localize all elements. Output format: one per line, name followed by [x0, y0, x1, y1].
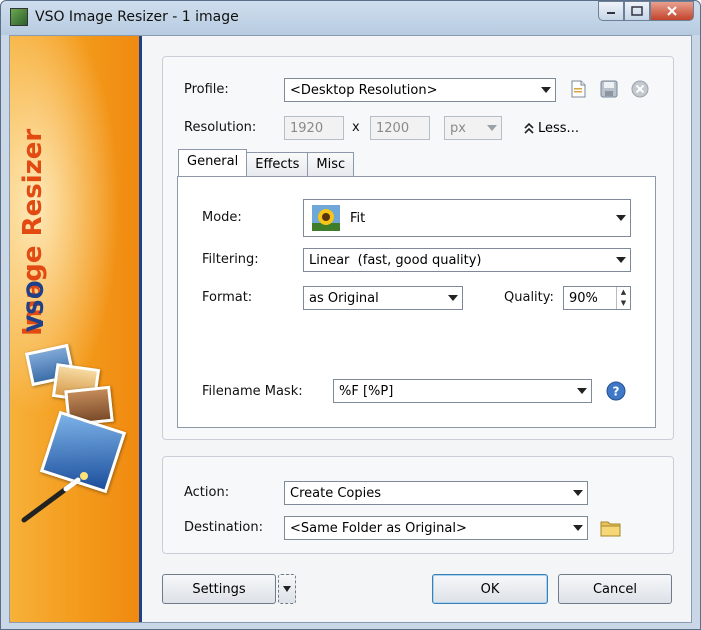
chevron-down-icon — [283, 586, 291, 592]
action-label: Action: — [184, 485, 230, 500]
profile-select[interactable]: <Desktop Resolution> — [284, 78, 556, 102]
filename-mask-label: Filename Mask: — [202, 384, 303, 399]
less-options-button[interactable]: Less... — [524, 116, 579, 140]
banner-logo: VSO — [24, 280, 49, 332]
cancel-button[interactable]: Cancel — [558, 574, 672, 604]
main-window: VSO Image Resizer - 1 image Image Resize… — [0, 0, 701, 630]
dropdown-arrow-icon — [616, 215, 626, 221]
side-banner: Image Resizer VSO — [10, 36, 142, 622]
minimize-button[interactable] — [598, 1, 624, 21]
dropdown-arrow-icon — [541, 87, 551, 93]
mode-value: Fit — [350, 210, 366, 226]
dialog-client-area: Image Resizer VSO Profile: <Desktop Reso… — [9, 35, 692, 623]
spin-down-icon[interactable]: ▼ — [617, 298, 630, 309]
filename-mask-select[interactable]: %F [%P] — [333, 379, 592, 403]
filtering-label: Filtering: — [202, 252, 259, 267]
dropdown-arrow-icon — [573, 490, 583, 496]
app-icon — [10, 8, 28, 26]
tab-strip: General Effects Misc — [178, 149, 355, 176]
dropdown-arrow-icon — [577, 388, 587, 394]
destination-label: Destination: — [184, 520, 263, 535]
quality-stepper[interactable]: 90% ▲ ▼ — [563, 286, 631, 310]
maximize-button[interactable] — [624, 1, 650, 21]
maximize-icon — [631, 6, 643, 16]
profile-value: <Desktop Resolution> — [290, 82, 438, 98]
save-icon[interactable] — [600, 80, 618, 98]
mode-select[interactable]: Fit — [303, 199, 631, 237]
mode-label: Mode: — [202, 210, 242, 225]
tab-effects[interactable]: Effects — [246, 152, 309, 176]
quality-label: Quality: — [504, 290, 554, 305]
magic-wand-icon — [21, 472, 88, 523]
double-chevron-up-icon — [524, 122, 534, 134]
format-label: Format: — [202, 290, 253, 305]
format-value: as Original — [309, 290, 379, 306]
folder-icon[interactable] — [600, 518, 622, 538]
help-icon[interactable]: ? — [606, 381, 626, 401]
quality-spin-buttons[interactable]: ▲ ▼ — [616, 287, 630, 309]
sunflower-icon — [312, 205, 340, 231]
resolution-height-field[interactable]: 1200 — [370, 116, 430, 140]
resolution-width-field[interactable]: 1920 — [284, 116, 344, 140]
destination-select[interactable]: <Same Folder as Original> — [284, 516, 588, 540]
less-options-label: Less... — [538, 120, 579, 136]
action-value: Create Copies — [290, 485, 381, 501]
spin-up-icon[interactable]: ▲ — [617, 287, 630, 298]
dropdown-arrow-icon — [487, 125, 497, 131]
minimize-icon — [607, 12, 615, 14]
action-select[interactable]: Create Copies — [284, 481, 588, 505]
ok-button[interactable]: OK — [432, 574, 548, 604]
settings-dropdown-button[interactable] — [278, 574, 296, 604]
delete-icon[interactable] — [631, 80, 649, 98]
dropdown-arrow-icon — [616, 257, 626, 263]
tab-general[interactable]: General — [178, 149, 248, 176]
title-bar[interactable]: VSO Image Resizer - 1 image — [1, 1, 700, 35]
filename-mask-value: %F [%P] — [339, 383, 394, 399]
tab-misc[interactable]: Misc — [307, 152, 355, 176]
filtering-select[interactable]: Linear (fast, good quality) — [303, 248, 631, 272]
resolution-label: Resolution: — [184, 120, 257, 135]
resolution-separator: x — [352, 120, 360, 135]
profile-label: Profile: — [184, 82, 229, 97]
window-controls — [598, 1, 694, 23]
window-title: VSO Image Resizer - 1 image — [35, 9, 239, 25]
quality-value: 90% — [569, 290, 598, 306]
resolution-unit-value: px — [450, 120, 466, 136]
dropdown-arrow-icon — [448, 295, 458, 301]
format-select[interactable]: as Original — [303, 286, 463, 310]
destination-value: <Same Folder as Original> — [290, 520, 467, 536]
resolution-unit-select[interactable]: px — [444, 116, 502, 140]
close-icon — [667, 6, 677, 16]
svg-text:?: ? — [613, 385, 620, 399]
filtering-value: Linear (fast, good quality) — [309, 252, 482, 268]
dropdown-arrow-icon — [573, 525, 583, 531]
new-document-icon[interactable] — [569, 80, 587, 98]
settings-button[interactable]: Settings — [162, 574, 276, 604]
close-button[interactable] — [650, 1, 694, 21]
